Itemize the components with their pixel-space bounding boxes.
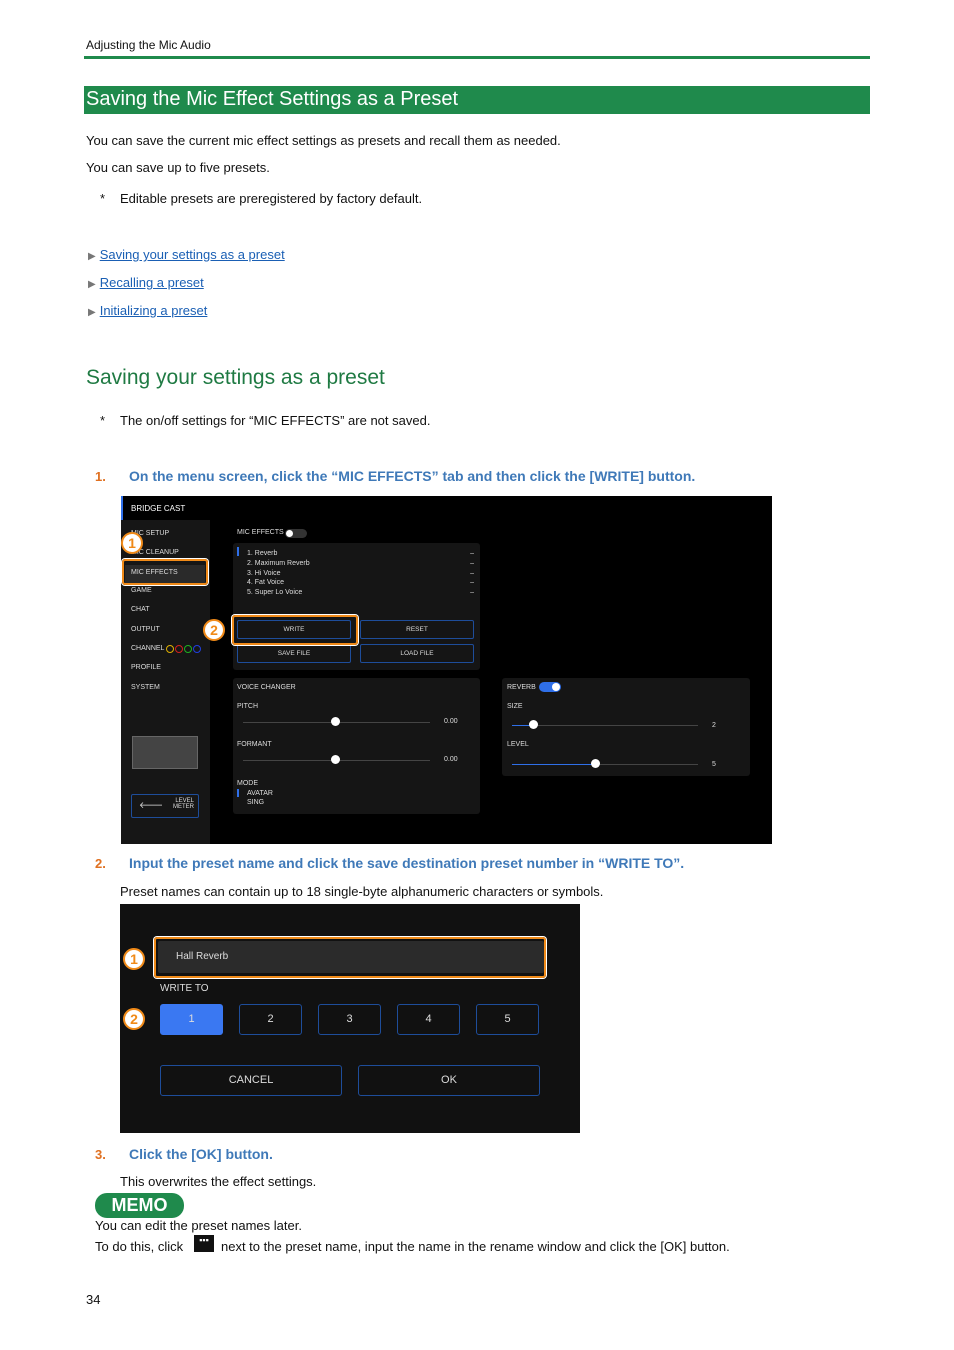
memo-badge: MEMO — [95, 1193, 184, 1218]
ok-button[interactable]: OK — [358, 1065, 540, 1096]
pitch-value: 0.00 — [444, 718, 458, 725]
note-bullet: * — [100, 191, 106, 206]
voice-changer-panel: VOICE CHANGER PITCH 0.00 FORMANT 0.00 MO… — [233, 678, 480, 814]
voice-changer-title: VOICE CHANGER — [237, 684, 296, 691]
preset-item[interactable]: 4. Fat Voice — [247, 578, 310, 588]
level-meter-button[interactable]: 🡐 LEVEL METER — [131, 794, 199, 818]
slot-1-button[interactable]: 1 — [160, 1004, 223, 1035]
formant-knob[interactable] — [331, 755, 340, 764]
slot-5-button[interactable]: 5 — [476, 1004, 539, 1035]
size-knob[interactable] — [529, 720, 538, 729]
preset-item[interactable]: 2. Maximum Reverb — [247, 559, 310, 569]
step-3-desc: This overwrites the effect settings. — [120, 1174, 317, 1189]
mode-sing[interactable]: SING — [247, 799, 264, 806]
link-saving[interactable]: Saving your settings as a preset — [100, 247, 285, 262]
rename-button[interactable]: – — [470, 578, 474, 588]
save-file-button[interactable]: SAVE FILE — [237, 644, 351, 663]
reverb-title: REVERB — [507, 684, 536, 691]
memo-line-2a: To do this, click — [95, 1239, 184, 1254]
menu-system[interactable]: SYSTEM — [131, 684, 160, 691]
link-recalling[interactable]: Recalling a preset — [100, 275, 204, 290]
level-value: 5 — [712, 761, 716, 768]
menu-output[interactable]: OUTPUT — [131, 626, 160, 633]
page-number: 34 — [86, 1292, 101, 1307]
write-dialog-screenshot: Hall Reverb 1 WRITE TO 2 1 2 3 4 5 CANCE… — [120, 904, 580, 1133]
level-meter-label: LEVEL METER — [173, 798, 194, 810]
step-2-desc: Preset names can contain up to 18 single… — [120, 884, 604, 899]
menu-game[interactable]: GAME — [131, 587, 152, 594]
rename-icon: ▪▪▪ — [194, 1235, 214, 1252]
size-label: SIZE — [507, 703, 523, 710]
intro-line-2: You can save up to five presets. — [86, 160, 270, 175]
memo-line-2b: next to the preset name, input the name … — [221, 1239, 730, 1254]
mode-avatar[interactable]: AVATAR — [247, 790, 273, 797]
preset-item[interactable]: 5. Super Lo Voice — [247, 588, 310, 598]
load-file-button[interactable]: LOAD FILE — [360, 644, 474, 663]
reverb-panel: REVERB SIZE 2 LEVEL 5 — [502, 678, 750, 776]
menu-profile[interactable]: PROFILE — [131, 664, 161, 671]
preset-item[interactable]: 3. Hi Voice — [247, 569, 310, 579]
rename-button[interactable]: – — [470, 559, 474, 569]
size-value: 2 — [712, 722, 716, 729]
page-title: Saving the Mic Effect Settings as a Pres… — [84, 86, 870, 114]
callout-2: 2 — [203, 619, 225, 641]
level-label: LEVEL — [507, 741, 529, 748]
highlight-name — [154, 937, 546, 978]
reset-button[interactable]: RESET — [360, 620, 474, 639]
title-accent — [121, 496, 123, 520]
app-screenshot: BRIDGE CAST MIC SETUP MIC CLEANUP MIC EF… — [121, 496, 772, 844]
mode-label: MODE — [237, 780, 258, 787]
note-factory: Editable presets are preregistered by fa… — [120, 191, 423, 206]
triangle-icon: ▶ — [88, 279, 96, 290]
reverb-toggle[interactable] — [539, 682, 561, 692]
mic-effects-toggle[interactable] — [285, 529, 307, 538]
intro-line-1: You can save the current mic effect sett… — [86, 133, 561, 148]
rename-button[interactable]: – — [470, 549, 474, 559]
cancel-button[interactable]: CANCEL — [160, 1065, 342, 1096]
channel-color-rings — [166, 645, 201, 653]
step-1-text: On the menu screen, click the “MIC EFFEC… — [129, 468, 696, 484]
preset-item[interactable]: 1. Reverb — [247, 549, 310, 559]
pitch-knob[interactable] — [331, 717, 340, 726]
step-1-number: 1. — [95, 469, 106, 484]
header-rule — [84, 56, 870, 59]
triangle-icon: ▶ — [88, 307, 96, 318]
callout-1: 1 — [123, 948, 145, 970]
rename-button[interactable]: – — [470, 588, 474, 598]
pitch-label: PITCH — [237, 703, 258, 710]
arrow-left-icon: 🡐 — [139, 800, 164, 810]
write-to-label: WRITE TO — [160, 983, 209, 994]
note-onoff: The on/off settings for “MIC EFFECTS” ar… — [120, 413, 431, 428]
slot-3-button[interactable]: 3 — [318, 1004, 381, 1035]
step-2-number: 2. — [95, 856, 106, 871]
link-initializing[interactable]: Initializing a preset — [100, 303, 208, 318]
slot-4-button[interactable]: 4 — [397, 1004, 460, 1035]
callout-1: 1 — [121, 532, 143, 554]
mic-effects-label: MIC EFFECTS — [237, 529, 284, 536]
slot-2-button[interactable]: 2 — [239, 1004, 302, 1035]
step-2-text: Input the preset name and click the save… — [129, 855, 685, 871]
section-heading: Saving your settings as a preset — [86, 366, 385, 389]
note-bullet: * — [100, 413, 106, 428]
step-3-text: Click the [OK] button. — [129, 1146, 273, 1162]
running-header: Adjusting the Mic Audio — [86, 38, 211, 52]
menu-chat[interactable]: CHAT — [131, 606, 150, 613]
device-image — [132, 736, 198, 769]
formant-value: 0.00 — [444, 756, 458, 763]
rename-button[interactable]: – — [470, 569, 474, 579]
menu-channel[interactable]: CHANNEL — [131, 645, 164, 652]
step-3-number: 3. — [95, 1147, 106, 1162]
level-knob[interactable] — [591, 759, 600, 768]
triangle-icon: ▶ — [88, 251, 96, 262]
size-slider[interactable] — [512, 725, 698, 726]
highlight-mic-effects — [122, 559, 208, 585]
callout-2: 2 — [123, 1008, 145, 1030]
formant-label: FORMANT — [237, 741, 272, 748]
app-title: BRIDGE CAST — [131, 504, 186, 513]
highlight-write — [232, 615, 358, 645]
memo-line-1: You can edit the preset names later. — [95, 1218, 302, 1233]
